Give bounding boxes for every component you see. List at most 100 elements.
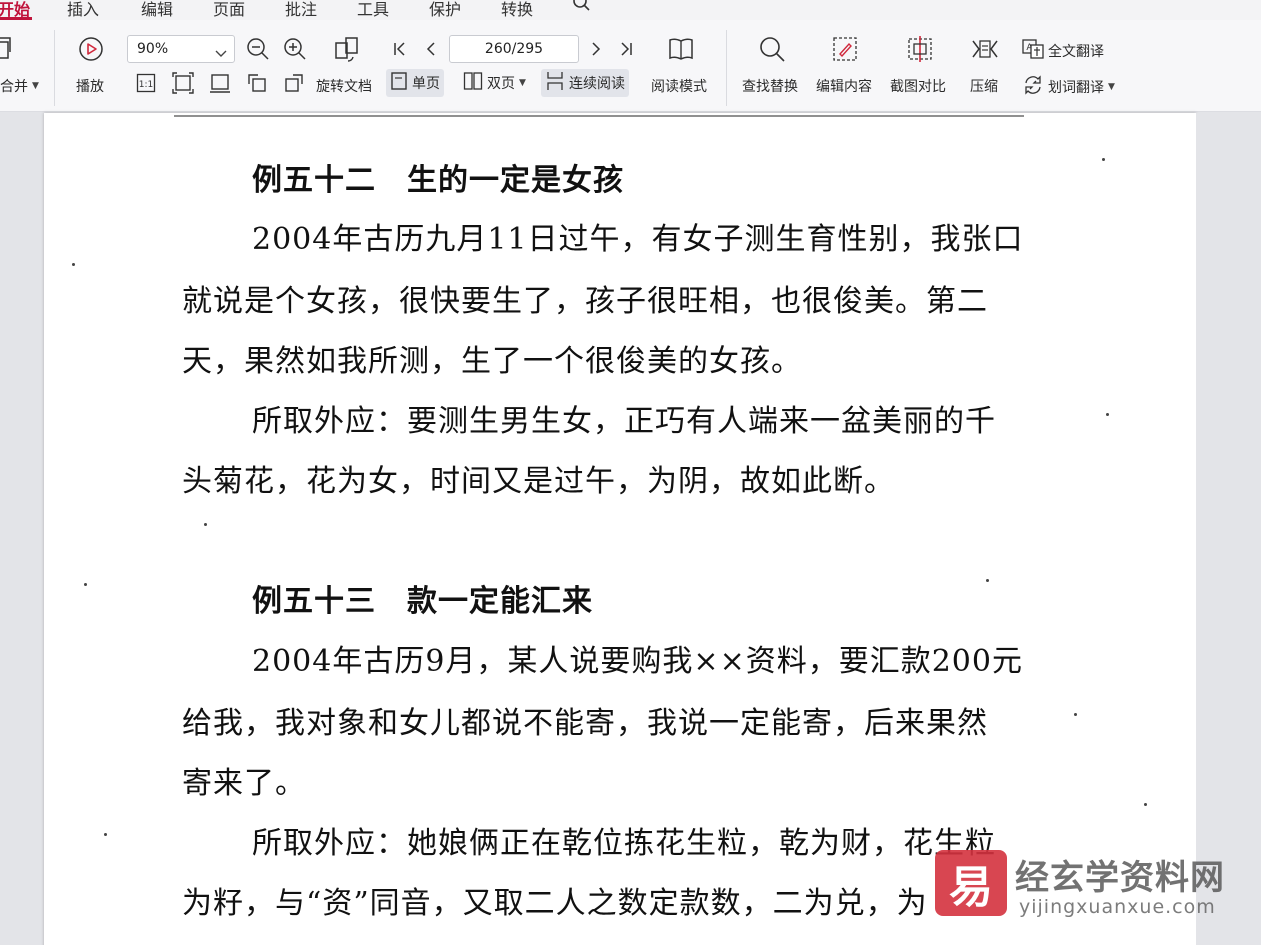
section-heading: 例五十二 生的一定是女孩 xyxy=(252,163,624,198)
find-replace-label: 查找替换 xyxy=(742,79,798,95)
rotate-left-icon[interactable] xyxy=(246,72,268,94)
reading-mode-button[interactable]: 阅读模式 xyxy=(651,76,707,96)
tab-protect[interactable]: 保护 xyxy=(429,0,461,20)
tab-edit[interactable]: 编辑 xyxy=(141,0,173,20)
double-page-icon xyxy=(463,71,483,95)
reading-mode-label: 阅读模式 xyxy=(651,79,707,95)
actual-size-icon[interactable]: 1:1 xyxy=(136,73,156,93)
double-page-label: 双页 xyxy=(487,76,515,92)
page-number-input[interactable]: 260/295 xyxy=(449,35,579,63)
search-icon[interactable] xyxy=(572,0,592,12)
paragraph-line: 所取外应：她娘俩正在乾位拣花生粒，乾为财，花生粒 xyxy=(252,826,996,861)
zoom-out-icon[interactable] xyxy=(246,37,270,61)
paragraph-line: 所取外应：要测生男生女，正巧有人端来一盆美丽的千 xyxy=(252,404,996,439)
paragraph-line: 头菊花，花为女，时间又是过午，为阴，故如此断。 xyxy=(182,464,895,499)
compress-button[interactable]: 压缩 xyxy=(970,76,998,96)
word-translate-button[interactable]: 划词翻译 ▼ xyxy=(1022,74,1115,100)
first-page-icon[interactable] xyxy=(392,40,408,58)
screenshot-compare-label: 截图对比 xyxy=(890,79,946,95)
continuous-reading-button[interactable]: 连续阅读 xyxy=(541,69,629,97)
fit-width-icon[interactable] xyxy=(209,72,231,94)
paragraph-line: 2004年古历9月，某人说要购我××资料，要汇款200元 xyxy=(252,644,1023,679)
actual-size-label: 1:1 xyxy=(139,80,153,90)
compress-label: 压缩 xyxy=(970,79,998,95)
screenshot-compare-icon[interactable] xyxy=(906,35,934,63)
scan-speck xyxy=(986,579,989,582)
tab-convert[interactable]: 转换 xyxy=(501,0,533,20)
full-text-translate-label: 全文翻译 xyxy=(1048,44,1104,60)
paragraph-line: 为籽，与“资”同音，又取二人之数定款数，二为兑，为 xyxy=(182,886,928,921)
scan-speck xyxy=(84,583,87,586)
find-replace-button[interactable]: 查找替换 xyxy=(742,76,798,96)
play-button[interactable]: 播放 xyxy=(76,76,104,96)
tab-comment[interactable]: 批注 xyxy=(285,0,317,20)
chevron-down-icon xyxy=(215,43,227,62)
continuous-reading-label: 连续阅读 xyxy=(569,76,625,92)
double-page-button[interactable]: 双页 ▼ xyxy=(463,69,526,97)
tab-tools[interactable]: 工具 xyxy=(357,0,389,20)
paragraph-line: 天，果然如我所测，生了一个很俊美的女孩。 xyxy=(182,344,802,379)
play-icon[interactable] xyxy=(78,36,104,62)
continuous-reading-icon xyxy=(545,71,565,95)
rotate-right-icon[interactable] xyxy=(283,72,305,94)
scan-artifact-line xyxy=(174,115,1024,117)
watermark-logo: 易 xyxy=(935,850,1007,916)
rotate-document-button[interactable]: 旋转文档 xyxy=(316,76,372,96)
next-page-icon[interactable] xyxy=(589,40,603,58)
merge-button[interactable]: 合并 ▼ xyxy=(0,76,39,96)
zoom-value: 90% xyxy=(137,41,169,57)
last-page-icon[interactable] xyxy=(618,40,634,58)
word-translate-label: 划词翻译 xyxy=(1048,80,1104,96)
rotate-document-icon[interactable] xyxy=(333,35,361,63)
edit-content-icon[interactable] xyxy=(831,35,859,63)
zoom-in-icon[interactable] xyxy=(283,37,307,61)
paragraph-line: 2004年古历九月11日过午，有女子测生育性别，我张口 xyxy=(252,222,1024,257)
menu-bar: 开始 插入 编辑 页面 批注 工具 保护 转换 xyxy=(0,0,1261,20)
scan-speck xyxy=(72,263,75,266)
single-page-icon xyxy=(390,71,408,95)
chevron-down-icon: ▼ xyxy=(519,78,526,88)
full-text-translate-button[interactable]: A 全文翻译 xyxy=(1022,39,1104,63)
scan-speck xyxy=(1102,158,1105,161)
watermark-badge-text: 易 xyxy=(949,862,993,913)
scan-speck xyxy=(104,833,107,836)
paragraph-line: 给我，我对象和女儿都说不能寄，我说一定能寄，后来果然 xyxy=(182,706,988,741)
play-label: 播放 xyxy=(76,79,104,95)
document-page: 例五十二 生的一定是女孩 2004年古历九月11日过午，有女子测生育性别，我张口… xyxy=(44,113,1196,945)
scan-speck xyxy=(1106,413,1109,416)
scan-speck xyxy=(1074,713,1077,716)
merge-icon[interactable] xyxy=(0,36,14,62)
reading-mode-icon[interactable] xyxy=(667,35,695,63)
watermark-title: 经玄学资料网 xyxy=(1015,858,1225,898)
scan-speck xyxy=(1144,803,1147,806)
edit-content-label: 编辑内容 xyxy=(816,79,872,95)
section-heading: 例五十三 款一定能汇来 xyxy=(252,584,593,619)
compress-icon[interactable] xyxy=(971,35,999,63)
previous-page-icon[interactable] xyxy=(424,40,438,58)
edit-content-button[interactable]: 编辑内容 xyxy=(816,76,872,96)
screenshot-compare-button[interactable]: 截图对比 xyxy=(890,76,946,96)
fit-page-icon[interactable] xyxy=(172,72,194,94)
single-page-label: 单页 xyxy=(412,76,440,92)
merge-label: 合并 xyxy=(0,79,28,95)
tab-page[interactable]: 页面 xyxy=(213,0,245,20)
paragraph-line: 就说是个女孩，很快要生了，孩子很旺相，也很俊美。第二 xyxy=(182,284,988,319)
toolbar: 合并 ▼ 播放 90% 旋转文档 1:1 单页 双页 ▼ 连续阅读 260/29… xyxy=(0,20,1261,112)
scan-speck xyxy=(204,523,207,526)
right-gutter xyxy=(1196,113,1261,945)
paragraph-line: 寄来了。 xyxy=(182,766,306,801)
tab-insert[interactable]: 插入 xyxy=(67,0,99,20)
divider xyxy=(54,30,55,106)
word-translate-icon xyxy=(1022,74,1044,100)
find-replace-icon[interactable] xyxy=(758,35,786,63)
chevron-down-icon: ▼ xyxy=(32,81,39,91)
chevron-down-icon: ▼ xyxy=(1108,82,1115,92)
translate-icon: A xyxy=(1022,39,1044,63)
rotate-document-label: 旋转文档 xyxy=(316,79,372,95)
site-watermark: 易 经玄学资料网 yijingxuanxue.com xyxy=(935,850,1235,920)
divider xyxy=(726,30,727,106)
single-page-button[interactable]: 单页 xyxy=(386,69,444,97)
watermark-url: yijingxuanxue.com xyxy=(1019,896,1216,918)
zoom-select[interactable]: 90% xyxy=(127,35,235,63)
pdf-reader-window: 开始 插入 编辑 页面 批注 工具 保护 转换 合并 ▼ 播放 90% 旋转文档… xyxy=(0,0,1261,945)
